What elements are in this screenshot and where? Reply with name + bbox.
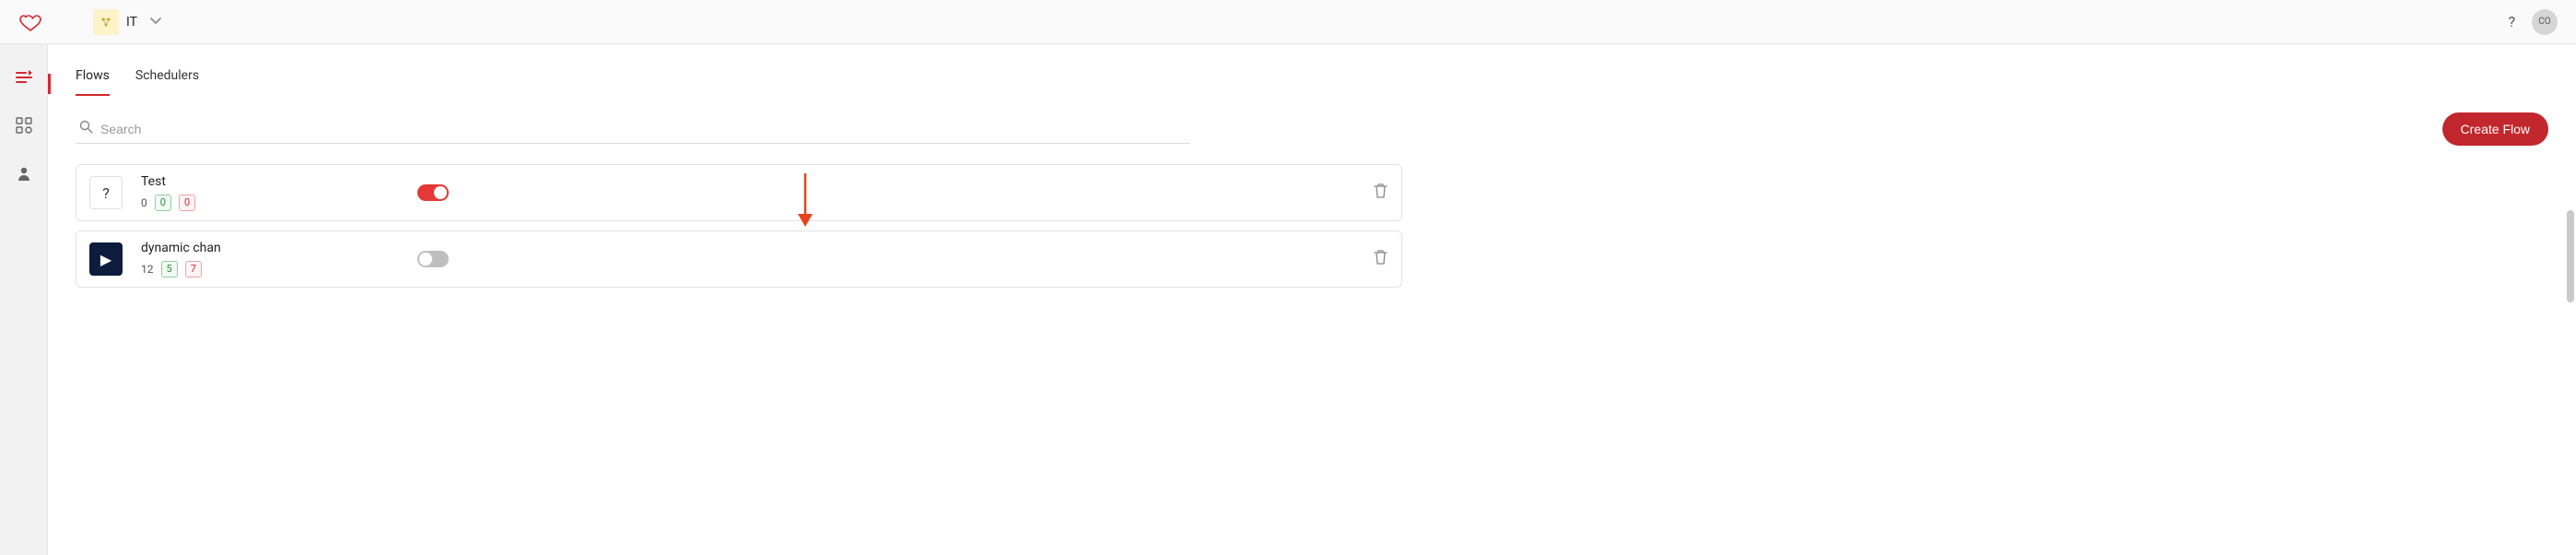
flow-type-icon: ? [89,176,123,209]
search-icon [79,120,93,137]
flow-name: Test [141,174,417,189]
chevron-down-icon [150,16,161,28]
flow-type-icon: ▶ [89,242,123,276]
flow-stats: 12 5 7 [141,261,417,278]
toolbar: Create Flow [76,112,2548,146]
delete-flow-button[interactable] [1373,249,1388,269]
flow-run-count: 0 [141,196,147,209]
flow-info: dynamic chan 12 5 7 [141,241,417,278]
flow-run-count: 12 [141,263,154,276]
tab-flows[interactable]: Flows [76,63,110,96]
top-bar: IT ? CO [0,0,2576,44]
flow-success-count: 5 [161,261,178,278]
left-nav-rail [0,44,48,555]
help-button[interactable]: ? [2508,13,2515,30]
workspace-icon [93,9,119,35]
delete-flow-button[interactable] [1373,183,1388,203]
nav-apps-icon[interactable] [13,114,35,136]
create-flow-button[interactable]: Create Flow [2442,112,2548,146]
user-avatar[interactable]: CO [2532,9,2558,35]
tab-schedulers[interactable]: Schedulers [135,63,199,96]
flow-info: Test 0 0 0 [141,174,417,211]
nav-flows-icon[interactable] [13,66,35,89]
nav-people-icon[interactable] [13,162,35,184]
search-input[interactable] [100,122,1187,136]
flow-enable-toggle[interactable] [417,251,449,267]
flow-row[interactable]: ? Test 0 0 0 [76,164,1402,221]
workspace-label: IT [126,15,137,30]
flow-list: ? Test 0 0 0 ▶ dynamic chan [76,164,1402,288]
flow-error-count: 7 [185,261,202,278]
scrollbar[interactable] [2567,210,2574,302]
tab-bar: Flows Schedulers [76,63,2548,96]
flow-name: dynamic chan [141,241,417,255]
app-logo[interactable] [18,12,42,32]
search-field-wrap[interactable] [76,114,1190,144]
flow-row[interactable]: ▶ dynamic chan 12 5 7 [76,230,1402,288]
main-content: Flows Schedulers Create Flow ? Test 0 0 … [48,44,2576,555]
flow-success-count: 0 [155,195,171,211]
flow-error-count: 0 [179,195,195,211]
flow-enable-toggle[interactable] [417,184,449,201]
flow-stats: 0 0 0 [141,195,417,211]
workspace-switcher[interactable]: IT [93,9,161,35]
